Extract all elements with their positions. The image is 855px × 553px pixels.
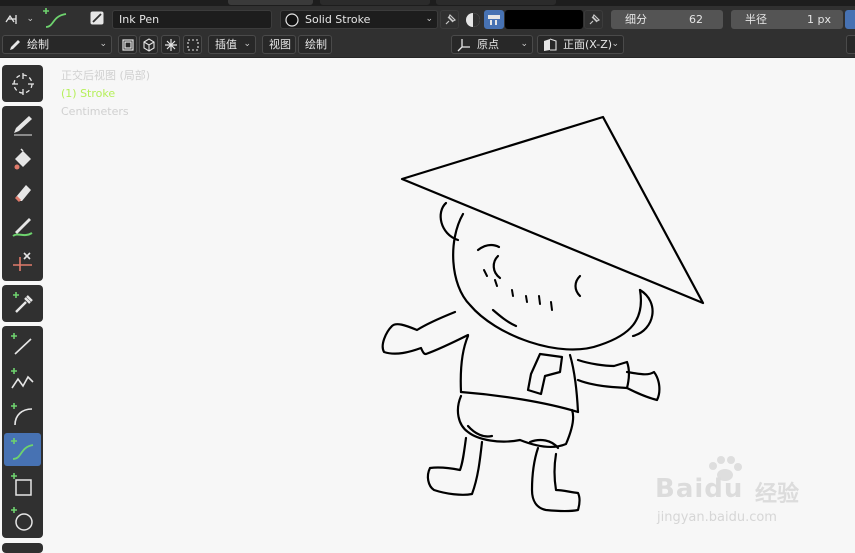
body-right-stroke (568, 353, 580, 414)
right-leg-stroke (530, 446, 581, 513)
shorts-stroke (456, 394, 575, 449)
tie-stroke (526, 352, 564, 396)
watermark-url: jingyan.baidu.com (657, 510, 777, 525)
watermark-cn-text: 经验 (755, 482, 800, 507)
watermark-brand: Baidu (655, 474, 743, 504)
watermark-brand-part1: Bai (655, 474, 705, 504)
hat-stroke (400, 115, 705, 305)
left-arm-stroke (381, 310, 470, 356)
face-stroke (452, 212, 643, 351)
left-brow-stroke (476, 243, 501, 252)
right-ear-stroke (631, 288, 654, 338)
freckles-stroke (483, 269, 553, 311)
right-arm-stroke (576, 358, 630, 390)
left-eye-stroke (492, 254, 502, 280)
body-left-stroke (459, 334, 470, 394)
belt-stroke (459, 390, 580, 414)
right-eye-stroke (574, 274, 582, 298)
right-hand-stroke (625, 370, 661, 402)
watermark-brand-part2: du (704, 474, 744, 504)
mouth-stroke (491, 308, 518, 328)
left-leg-stroke (426, 436, 484, 496)
watermark-logo: Baidu 经验 jingyan.baidu.com (655, 450, 815, 530)
